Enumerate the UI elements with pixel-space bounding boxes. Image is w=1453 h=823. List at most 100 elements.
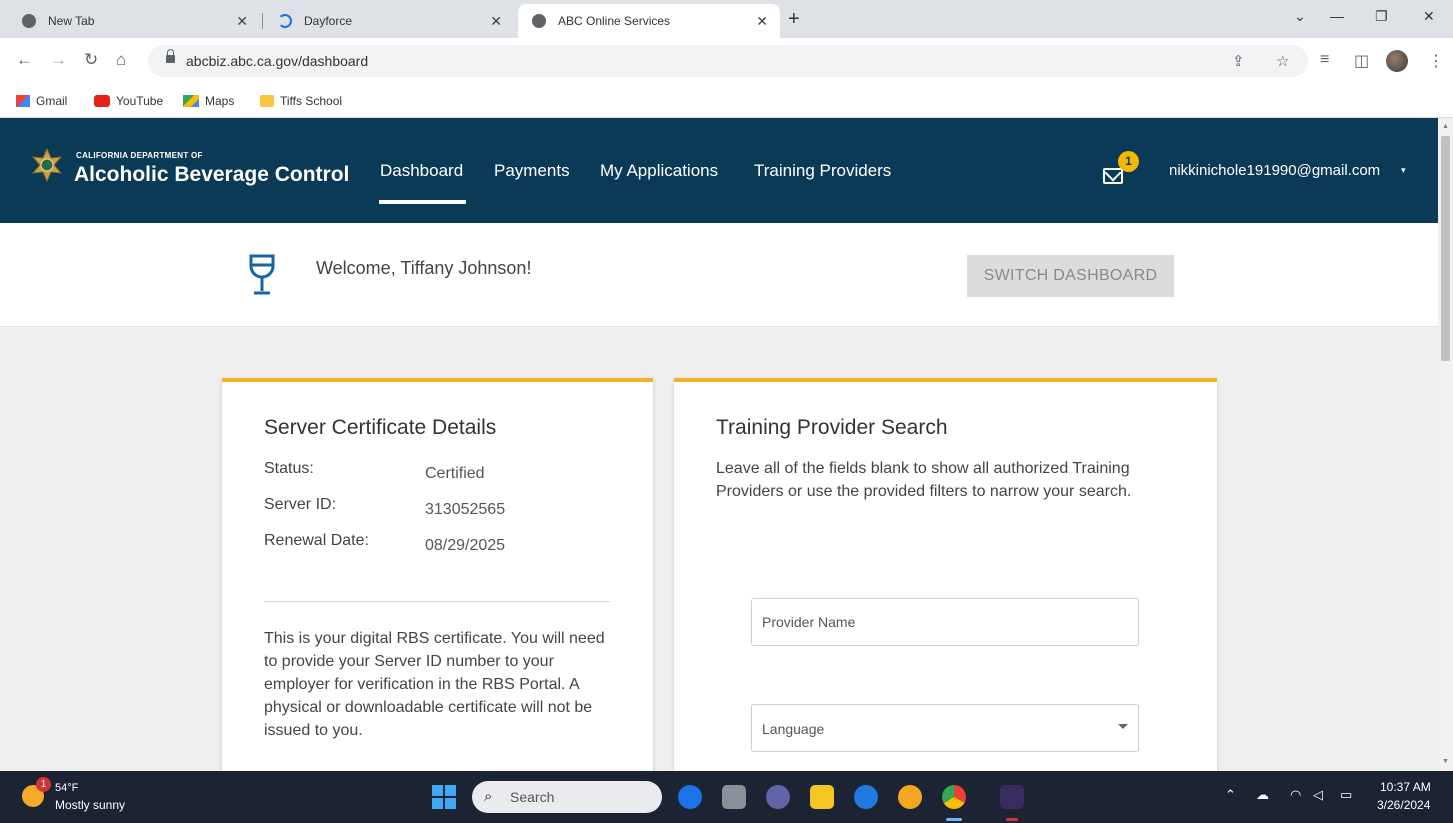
back-icon[interactable]: ← (16, 50, 33, 70)
language-select[interactable]: Language (751, 704, 1139, 752)
dayforce-icon (278, 14, 292, 28)
bookmark-gmail[interactable]: Gmail (16, 94, 67, 108)
task-view-icon[interactable] (722, 785, 746, 809)
close-tab-icon[interactable]: ✕ (490, 13, 502, 30)
file-explorer-icon[interactable] (810, 785, 834, 809)
volume-icon[interactable]: ◁ (1313, 787, 1323, 803)
profile-avatar[interactable] (1386, 50, 1408, 72)
wine-glass-icon (249, 254, 275, 295)
chrome-taskbar-icon[interactable] (942, 785, 966, 809)
side-panel-icon[interactable]: ◫ (1354, 51, 1369, 71)
training-provider-search-card: Training Provider Search Leave all of th… (674, 378, 1217, 778)
bookmark-label: Gmail (36, 94, 68, 108)
tab-search-icon[interactable]: ⌄ (1294, 8, 1306, 25)
scroll-down-icon[interactable]: ▼ (1442, 758, 1449, 765)
page-scrollbar[interactable]: ▲ ▼ (1438, 118, 1453, 771)
browser-tab-bar: New Tab ✕ Dayforce ✕ ABC Online Services… (0, 0, 1453, 38)
maps-icon (183, 95, 199, 107)
minimize-icon[interactable]: — (1330, 8, 1344, 24)
provider-name-input[interactable]: Provider Name (751, 598, 1139, 646)
tray-chevron-icon[interactable]: ⌃ (1225, 787, 1236, 803)
bookmark-youtube[interactable]: YouTube (94, 94, 163, 108)
bookmark-star-icon[interactable]: ☆ (1276, 52, 1289, 70)
menu-kebab-icon[interactable]: ⋮ (1428, 51, 1444, 71)
nav-training-providers[interactable]: Training Providers (754, 161, 891, 181)
close-window-icon[interactable]: ✕ (1423, 8, 1435, 25)
welcome-message: Welcome, Tiffany Johnson! (316, 258, 532, 278)
site-header: CALIFORNIA DEPARTMENT OF Alcoholic Bever… (0, 118, 1438, 223)
webex-icon[interactable] (1000, 785, 1024, 809)
abc-star-badge-icon[interactable] (30, 148, 64, 182)
scroll-up-icon[interactable]: ▲ (1442, 123, 1449, 130)
scroll-thumb[interactable] (1441, 136, 1450, 361)
active-nav-indicator (379, 200, 466, 204)
notification-badge[interactable]: 1 (1118, 151, 1139, 172)
gmail-icon (16, 95, 30, 107)
bookmark-maps[interactable]: Maps (183, 94, 234, 108)
teams-chat-icon[interactable] (766, 785, 790, 809)
close-tab-icon[interactable]: ✕ (236, 13, 248, 30)
renewal-date-label: Renewal Date: (264, 532, 369, 549)
weather-badge: 1 (36, 777, 51, 792)
windows-taskbar: 1 54°F Mostly sunny ⌕ Search ⌃ ☁ ◠ ◁ ▭ 1… (0, 771, 1453, 823)
renewal-date-value: 08/29/2025 (425, 537, 506, 554)
weather-temperature[interactable]: 54°F (55, 782, 78, 794)
certificate-card-title: Server Certificate Details (264, 416, 497, 439)
chrome-active-indicator (946, 818, 962, 821)
card-divider (264, 601, 610, 602)
certificate-note: This is your digital RBS certificate. Yo… (264, 630, 605, 739)
reload-icon[interactable]: ↻ (84, 50, 98, 70)
bookmark-tiffs-school[interactable]: Tiffs School (260, 94, 342, 108)
nav-dashboard[interactable]: Dashboard (380, 161, 463, 181)
home-icon[interactable]: ⌂ (116, 50, 126, 70)
provider-search-title: Training Provider Search (716, 416, 948, 439)
provider-search-description: Leave all of the fields blank to show al… (716, 460, 1132, 500)
logo-agency-name[interactable]: Alcoholic Beverage Control (74, 163, 349, 187)
lock-icon[interactable] (166, 49, 175, 65)
nav-payments[interactable]: Payments (494, 161, 570, 181)
globe-icon (532, 14, 546, 28)
tab-new-tab[interactable]: New Tab ✕ (8, 4, 260, 38)
taskbar-search-box[interactable]: ⌕ Search (472, 781, 702, 813)
tab-title: New Tab (48, 14, 95, 28)
new-tab-button[interactable]: + (788, 8, 800, 31)
server-id-label: Server ID: (264, 496, 337, 513)
user-menu-caret-icon[interactable]: ▾ (1401, 165, 1406, 176)
wifi-icon[interactable]: ◠ (1290, 787, 1301, 803)
chrome-icon (22, 14, 36, 28)
provider-name-placeholder: Provider Name (762, 614, 856, 630)
dropdown-caret-icon (1118, 724, 1128, 729)
language-placeholder: Language (762, 721, 825, 737)
clock-time[interactable]: 10:37 AM (1380, 780, 1431, 794)
bookmark-label: Tiffs School (280, 94, 343, 108)
youtube-icon (94, 95, 110, 107)
taskbar-search-label: Search (510, 789, 555, 805)
tab-separator (262, 13, 263, 29)
tab-title: ABC Online Services (558, 14, 671, 28)
windows-start-icon[interactable] (432, 785, 456, 809)
reading-list-icon[interactable]: ≡ (1320, 51, 1329, 69)
user-menu-email[interactable]: nikkinichole191990@gmail.com (1169, 162, 1380, 179)
close-tab-icon[interactable]: ✕ (756, 13, 768, 30)
weather-condition[interactable]: Mostly sunny (55, 798, 125, 812)
server-id-value: 313052565 (425, 501, 506, 518)
nav-my-applications[interactable]: My Applications (600, 161, 718, 181)
onedrive-icon[interactable]: ☁ (1256, 787, 1269, 803)
logo-department-line[interactable]: CALIFORNIA DEPARTMENT OF (76, 151, 203, 160)
battery-icon[interactable]: ▭ (1340, 787, 1352, 803)
folder-icon (260, 95, 274, 107)
tab-abc-online-services[interactable]: ABC Online Services ✕ (518, 4, 780, 38)
restore-icon[interactable]: ❐ (1375, 8, 1388, 25)
mail-icon[interactable] (1103, 168, 1123, 184)
edge-icon[interactable] (854, 785, 878, 809)
address-bar[interactable]: abcbiz.abc.ca.gov/dashboard ⇪ ☆ (148, 45, 1308, 77)
switch-dashboard-button[interactable]: SWITCH DASHBOARD (967, 255, 1174, 297)
tab-dayforce[interactable]: Dayforce ✕ (264, 4, 514, 38)
bing-icon[interactable] (678, 785, 702, 809)
clock-date[interactable]: 3/26/2024 (1377, 798, 1430, 812)
server-certificate-card: Server Certificate Details Status: Certi… (222, 378, 653, 778)
forward-icon[interactable]: → (50, 50, 67, 70)
brave-icon[interactable] (898, 785, 922, 809)
url-text[interactable]: abcbiz.abc.ca.gov/dashboard (186, 53, 368, 69)
share-icon[interactable]: ⇪ (1232, 52, 1245, 70)
